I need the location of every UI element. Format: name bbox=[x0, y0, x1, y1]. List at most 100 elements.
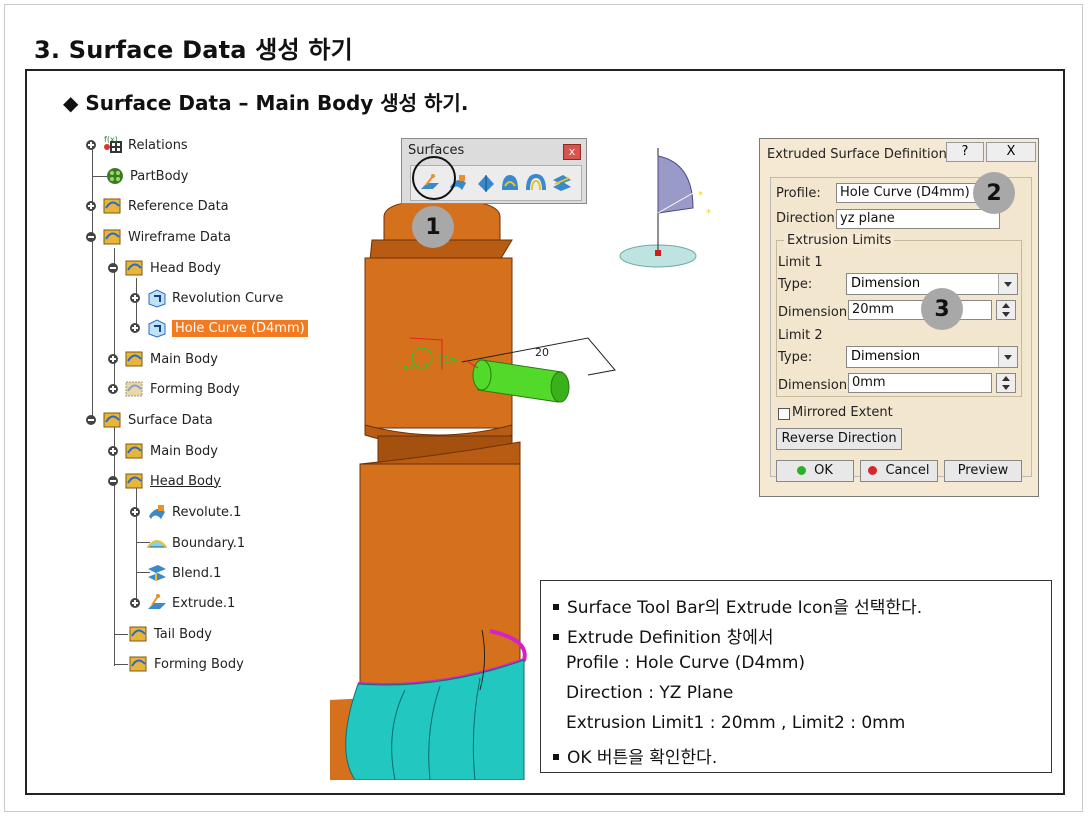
close-icon[interactable]: x bbox=[563, 144, 581, 160]
tree-item-main-body[interactable]: Main Body bbox=[108, 348, 218, 370]
extrusion-limits-title: Extrusion Limits bbox=[784, 233, 895, 248]
tree-item-label: Reference Data bbox=[128, 198, 229, 214]
tree-item-main-body[interactable]: Main Body bbox=[108, 440, 218, 462]
note-line: Direction : YZ Plane bbox=[566, 683, 734, 703]
collapse-icon[interactable] bbox=[108, 476, 118, 486]
chevron-down-icon[interactable] bbox=[998, 347, 1017, 367]
step-badge-3: 3 bbox=[921, 288, 963, 330]
reverse-direction-button[interactable]: Reverse Direction bbox=[776, 428, 902, 450]
direction-label: Direction: bbox=[776, 211, 840, 226]
limit1-dimension-field[interactable]: 20mm bbox=[848, 300, 992, 320]
collapse-icon[interactable] bbox=[86, 232, 96, 242]
tree-item-label: PartBody bbox=[130, 168, 189, 184]
ok-button[interactable]: OK bbox=[776, 460, 854, 482]
sphere-icon[interactable] bbox=[475, 172, 497, 194]
expand-icon[interactable] bbox=[86, 201, 96, 211]
close-button[interactable]: X bbox=[986, 142, 1036, 162]
ok-icon bbox=[797, 466, 807, 475]
geometrical-set-icon bbox=[124, 258, 146, 278]
limit2-spinner[interactable] bbox=[996, 373, 1016, 393]
expand-icon[interactable] bbox=[130, 507, 140, 517]
tree-item-forming-body[interactable]: Forming Body bbox=[108, 378, 240, 400]
expand-icon[interactable] bbox=[108, 354, 118, 364]
tree-item-forming-body[interactable]: Forming Body bbox=[128, 653, 244, 675]
note-text: OK 버튼을 확인한다. bbox=[567, 748, 718, 768]
help-button[interactable]: ? bbox=[946, 142, 984, 162]
limit1-type-label: Type: bbox=[778, 277, 813, 292]
expand-icon[interactable] bbox=[86, 140, 96, 150]
tree-item-wireframe-data[interactable]: Wireframe Data bbox=[86, 226, 231, 248]
svg-text:*: * bbox=[706, 208, 711, 219]
tree-item-label: Relations bbox=[128, 137, 188, 153]
preview-button[interactable]: Preview bbox=[944, 460, 1022, 482]
ok-label: OK bbox=[814, 463, 833, 478]
tree-item-label: Forming Body bbox=[150, 381, 240, 397]
note-line: Surface Tool Bar의 Extrude Icon을 선택한다. bbox=[553, 593, 922, 618]
limit2-type-label: Type: bbox=[778, 350, 813, 365]
tree-item-label: Main Body bbox=[150, 351, 218, 367]
cancel-label: Cancel bbox=[885, 463, 930, 478]
tree-item-label: Revolution Curve bbox=[172, 290, 284, 306]
tree-item-reference-data[interactable]: Reference Data bbox=[86, 195, 229, 217]
limit1-spinner[interactable] bbox=[996, 300, 1016, 320]
collapse-icon[interactable] bbox=[108, 263, 118, 273]
expand-icon[interactable] bbox=[130, 293, 140, 303]
expand-icon[interactable] bbox=[108, 384, 118, 394]
tree-line bbox=[114, 634, 128, 635]
section-subtitle: ◆ Surface Data – Main Body 생성 하기. bbox=[63, 91, 469, 115]
step-badge-2: 2 bbox=[973, 172, 1015, 214]
geometrical-set-icon bbox=[102, 227, 124, 247]
tree-item-tail-body[interactable]: Tail Body bbox=[128, 623, 212, 645]
cancel-button[interactable]: Cancel bbox=[860, 460, 938, 482]
geometrical-set-icon bbox=[102, 196, 124, 216]
instruction-notes: Surface Tool Bar의 Extrude Icon을 선택한다. Ex… bbox=[540, 580, 1052, 773]
expand-icon[interactable] bbox=[130, 598, 140, 608]
svg-text:f(x): f(x) bbox=[104, 135, 118, 144]
sketch-icon bbox=[146, 318, 168, 338]
tree-item-boundary[interactable]: Boundary.1 bbox=[146, 532, 245, 554]
cancel-icon bbox=[868, 466, 878, 475]
tree-item-head-body[interactable]: Head Body bbox=[108, 470, 221, 492]
profile-label: Profile: bbox=[776, 186, 821, 201]
limit1-title: Limit 1 bbox=[778, 255, 823, 270]
bullet-icon bbox=[553, 604, 559, 610]
tree-item-label: Blend.1 bbox=[172, 565, 222, 581]
variable-offset-icon[interactable] bbox=[551, 172, 573, 194]
tree-item-partbody[interactable]: PartBody bbox=[104, 165, 188, 187]
bullet-icon bbox=[553, 754, 559, 760]
extrude-surface-icon bbox=[146, 593, 168, 613]
limit1-type-value: Dimension bbox=[851, 276, 921, 291]
expand-icon[interactable] bbox=[130, 323, 140, 333]
tree-item-head-body[interactable]: Head Body bbox=[108, 257, 221, 279]
offset-icon[interactable] bbox=[525, 172, 547, 194]
tree-item-label-selected: Hole Curve (D4mm) bbox=[172, 319, 308, 337]
cylinder-icon[interactable] bbox=[499, 172, 521, 194]
chevron-down-icon[interactable] bbox=[998, 274, 1017, 294]
mirrored-extent-checkbox[interactable] bbox=[778, 408, 790, 420]
note-text: Extrude Definition 창에서 bbox=[567, 628, 774, 648]
page-title: 3. Surface Data 생성 하기 bbox=[34, 36, 353, 64]
limit2-dimension-field[interactable]: 0mm bbox=[848, 373, 992, 393]
limit2-type-combo[interactable]: Dimension bbox=[846, 346, 1018, 368]
dimension-label: 20 bbox=[535, 346, 549, 359]
tree-item-revolution-curve[interactable]: Revolution Curve bbox=[130, 287, 283, 309]
note-line: Extrusion Limit1 : 20mm , Limit2 : 0mm bbox=[566, 713, 906, 733]
tree-item-revolute[interactable]: Revolute.1 bbox=[130, 501, 241, 523]
bullet-icon bbox=[553, 634, 559, 640]
tree-item-label: Head Body bbox=[150, 473, 221, 489]
tree-item-hole-curve[interactable]: Hole Curve (D4mm) bbox=[130, 317, 308, 339]
tree-item-label: Main Body bbox=[150, 443, 218, 459]
sketch-preview: * * bbox=[619, 148, 711, 268]
mirrored-extent-label: Mirrored Extent bbox=[792, 405, 893, 420]
expand-icon[interactable] bbox=[108, 446, 118, 456]
tree-item-extrude[interactable]: Extrude.1 bbox=[130, 592, 235, 614]
limit2-title: Limit 2 bbox=[778, 328, 823, 343]
tree-item-relations[interactable]: f(x) Relations bbox=[86, 134, 188, 156]
limit-label: Limit 1 bbox=[398, 363, 429, 373]
collapse-icon[interactable] bbox=[86, 415, 96, 425]
tree-item-blend[interactable]: Blend.1 bbox=[146, 562, 221, 584]
tree-item-surface-data[interactable]: Surface Data bbox=[86, 409, 213, 431]
highlight-circle bbox=[412, 156, 456, 200]
profile-field[interactable]: Hole Curve (D4mm) bbox=[836, 183, 996, 203]
direction-field[interactable]: yz plane bbox=[836, 209, 1000, 229]
